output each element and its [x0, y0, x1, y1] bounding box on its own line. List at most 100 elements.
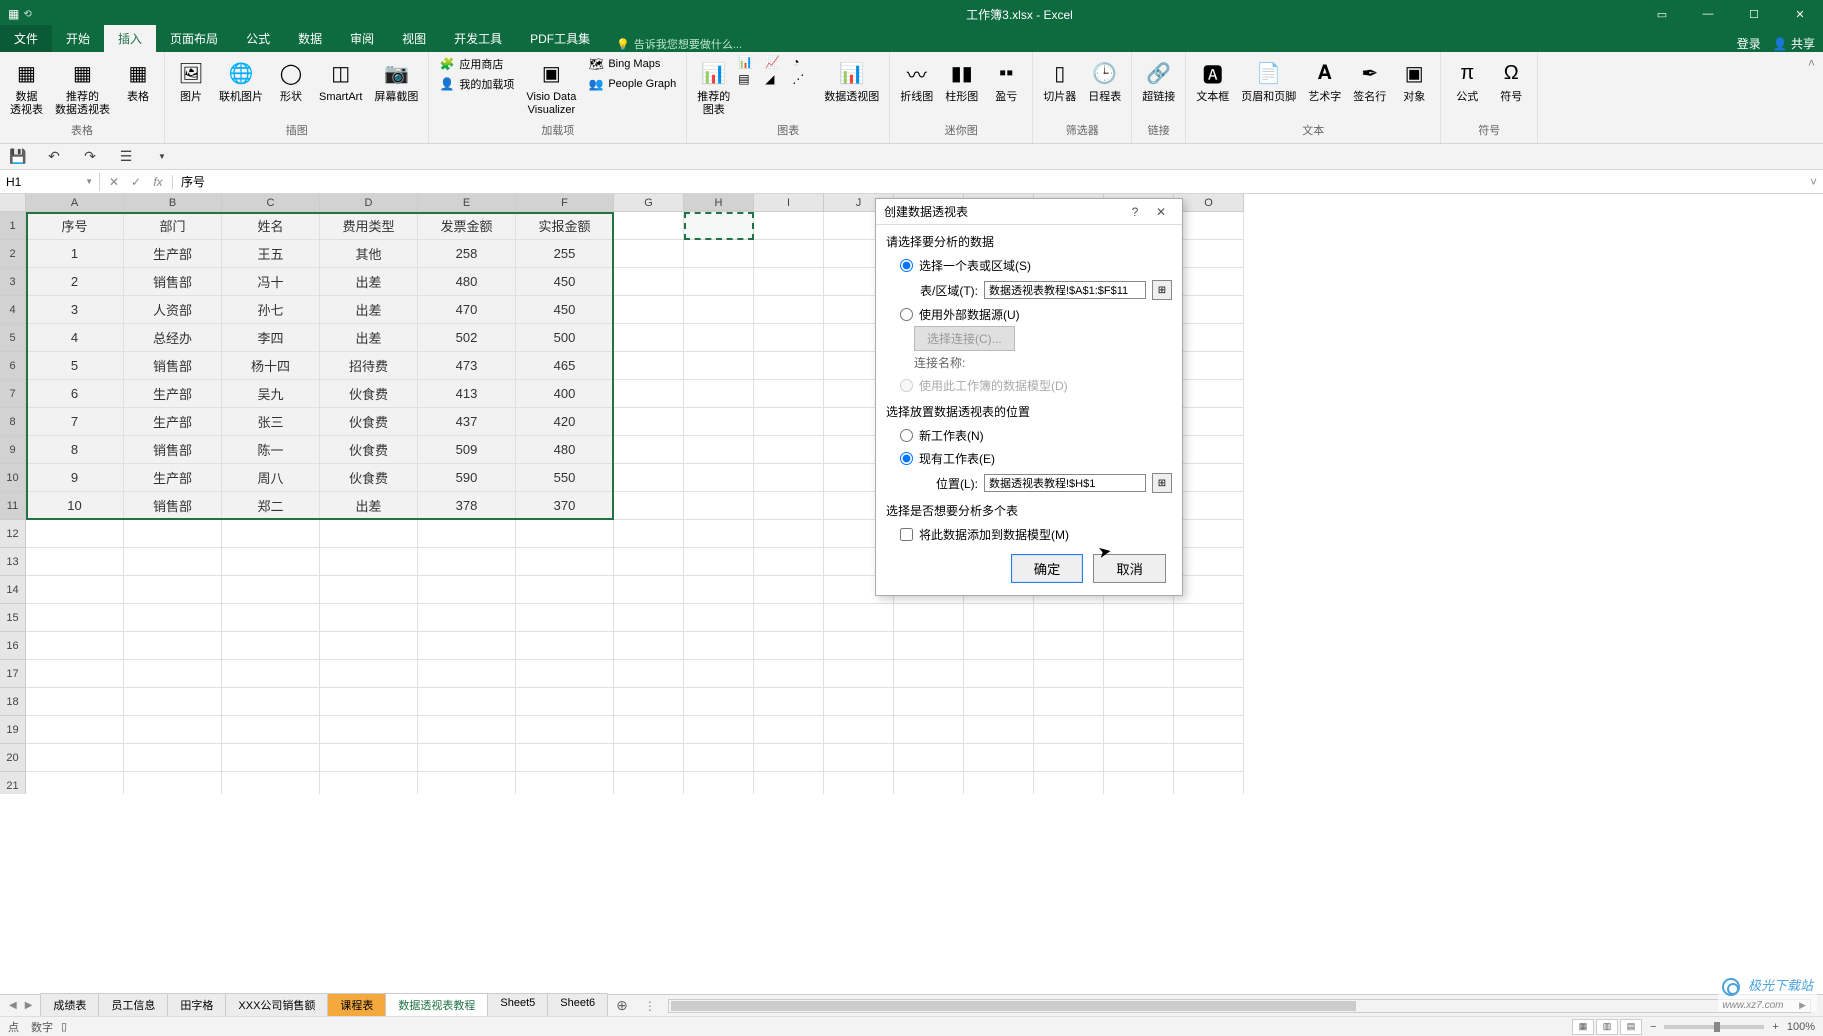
cell-A18[interactable]	[26, 688, 124, 716]
cell-H20[interactable]	[684, 744, 754, 772]
tab-插入[interactable]: 插入	[104, 25, 156, 52]
symbol-button[interactable]: Ω符号	[1491, 55, 1531, 106]
row-header-19[interactable]: 19	[0, 716, 26, 744]
cell-M15[interactable]	[1034, 604, 1104, 632]
cell-O16[interactable]	[1174, 632, 1244, 660]
row-header-18[interactable]: 18	[0, 688, 26, 716]
cell-B19[interactable]	[124, 716, 222, 744]
row-header-7[interactable]: 7	[0, 380, 26, 408]
cell-A20[interactable]	[26, 744, 124, 772]
row-header-8[interactable]: 8	[0, 408, 26, 436]
wordart-button[interactable]: 𝐀艺术字	[1304, 55, 1345, 106]
cell-C7[interactable]: 吴九	[222, 380, 320, 408]
cell-I5[interactable]	[754, 324, 824, 352]
row-header-20[interactable]: 20	[0, 744, 26, 772]
bar-chart-icon[interactable]: ▤	[738, 72, 762, 86]
cell-E14[interactable]	[418, 576, 516, 604]
horizontal-scrollbar[interactable]: ◀▶	[668, 999, 1811, 1013]
visio-button[interactable]: ▣Visio Data Visualizer	[522, 55, 580, 119]
tab-数据[interactable]: 数据	[284, 25, 336, 52]
cell-G9[interactable]	[614, 436, 684, 464]
row-header-11[interactable]: 11	[0, 492, 26, 520]
cell-I2[interactable]	[754, 240, 824, 268]
cell-A11[interactable]: 10	[26, 492, 124, 520]
touch-mode-icon[interactable]: ☰	[116, 147, 136, 167]
cell-G20[interactable]	[614, 744, 684, 772]
cell-D14[interactable]	[320, 576, 418, 604]
cell-C16[interactable]	[222, 632, 320, 660]
line-chart-icon[interactable]: 📈	[765, 55, 789, 69]
winloss-button[interactable]: ▪▪盈亏	[986, 55, 1026, 106]
cell-A8[interactable]: 7	[26, 408, 124, 436]
cell-H4[interactable]	[684, 296, 754, 324]
redo-icon[interactable]: ↷	[80, 147, 100, 167]
cell-C13[interactable]	[222, 548, 320, 576]
cell-A5[interactable]: 4	[26, 324, 124, 352]
cell-C21[interactable]	[222, 772, 320, 794]
cell-L19[interactable]	[964, 716, 1034, 744]
cell-O13[interactable]	[1174, 548, 1244, 576]
cell-J15[interactable]	[824, 604, 894, 632]
sparkline-line-button[interactable]: 〰折线图	[896, 55, 937, 106]
cell-G15[interactable]	[614, 604, 684, 632]
online-pictures-button[interactable]: 🌐联机图片	[215, 55, 267, 106]
cell-L21[interactable]	[964, 772, 1034, 794]
tab-开始[interactable]: 开始	[52, 25, 104, 52]
cell-D19[interactable]	[320, 716, 418, 744]
login-link[interactable]: 登录	[1737, 35, 1761, 52]
radio-existing-sheet[interactable]: 现有工作表(E)	[886, 447, 1172, 470]
ribbon-options-icon[interactable]: ▭	[1639, 0, 1685, 28]
cell-L18[interactable]	[964, 688, 1034, 716]
timeline-button[interactable]: 🕒日程表	[1084, 55, 1125, 106]
cell-J18[interactable]	[824, 688, 894, 716]
cell-L16[interactable]	[964, 632, 1034, 660]
cell-G16[interactable]	[614, 632, 684, 660]
cell-B15[interactable]	[124, 604, 222, 632]
row-header-21[interactable]: 21	[0, 772, 26, 794]
macro-record-icon[interactable]: ▯	[61, 1020, 67, 1033]
radio-new-sheet[interactable]: 新工作表(N)	[886, 424, 1172, 447]
cell-F10[interactable]: 550	[516, 464, 614, 492]
cell-F8[interactable]: 420	[516, 408, 614, 436]
cell-O14[interactable]	[1174, 576, 1244, 604]
cell-G14[interactable]	[614, 576, 684, 604]
cell-M17[interactable]	[1034, 660, 1104, 688]
cell-C18[interactable]	[222, 688, 320, 716]
page-layout-view-icon[interactable]: ▥	[1596, 1019, 1618, 1035]
equation-button[interactable]: π公式	[1447, 55, 1487, 106]
pivot-chart-button[interactable]: 📊数据透视图	[820, 55, 883, 106]
row-header-1[interactable]: 1	[0, 212, 26, 240]
cell-E20[interactable]	[418, 744, 516, 772]
cell-B18[interactable]	[124, 688, 222, 716]
add-sheet-button[interactable]: ⊕	[608, 997, 636, 1014]
cell-O7[interactable]	[1174, 380, 1244, 408]
cell-I12[interactable]	[754, 520, 824, 548]
cell-G6[interactable]	[614, 352, 684, 380]
zoom-level[interactable]: 100%	[1787, 1021, 1815, 1033]
cancel-button[interactable]: 取消	[1093, 554, 1166, 583]
cell-O10[interactable]	[1174, 464, 1244, 492]
minimize-icon[interactable]: ―	[1685, 0, 1731, 28]
sheet-tab-Sheet5[interactable]: Sheet5	[487, 993, 548, 1018]
qat-down-icon[interactable]: ▼	[152, 147, 172, 167]
cell-D15[interactable]	[320, 604, 418, 632]
cell-C5[interactable]: 李四	[222, 324, 320, 352]
cell-J19[interactable]	[824, 716, 894, 744]
cell-O17[interactable]	[1174, 660, 1244, 688]
cell-C20[interactable]	[222, 744, 320, 772]
cell-D6[interactable]: 招待费	[320, 352, 418, 380]
cell-O12[interactable]	[1174, 520, 1244, 548]
cell-H7[interactable]	[684, 380, 754, 408]
cell-A16[interactable]	[26, 632, 124, 660]
cell-K17[interactable]	[894, 660, 964, 688]
zoom-slider[interactable]	[1664, 1025, 1764, 1029]
cell-D20[interactable]	[320, 744, 418, 772]
col-header-D[interactable]: D	[320, 194, 418, 212]
cell-H17[interactable]	[684, 660, 754, 688]
cell-F16[interactable]	[516, 632, 614, 660]
cell-G8[interactable]	[614, 408, 684, 436]
row-header-6[interactable]: 6	[0, 352, 26, 380]
cell-C19[interactable]	[222, 716, 320, 744]
cell-D12[interactable]	[320, 520, 418, 548]
zoom-out-icon[interactable]: −	[1650, 1021, 1656, 1033]
